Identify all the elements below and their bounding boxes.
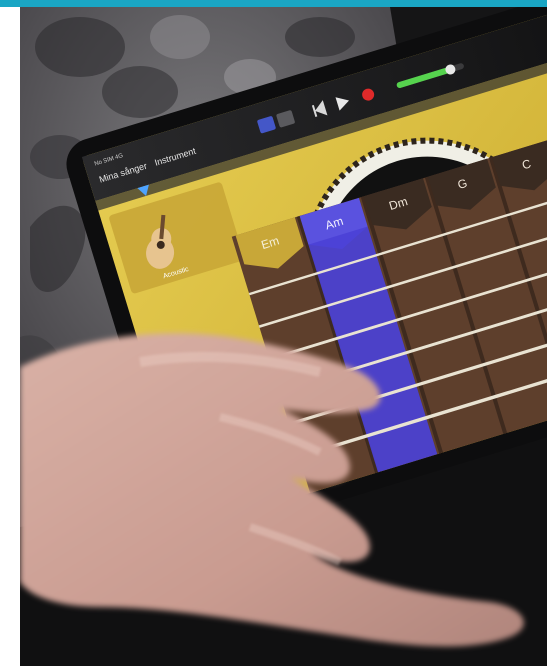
photo: No SIM 4G Mina sånger Instrument Acousti… — [20, 7, 547, 666]
photo-canvas: No SIM 4G Mina sånger Instrument Acousti… — [20, 7, 547, 666]
page-frame: No SIM 4G Mina sånger Instrument Acousti… — [0, 0, 547, 666]
top-accent-bar — [0, 0, 547, 7]
